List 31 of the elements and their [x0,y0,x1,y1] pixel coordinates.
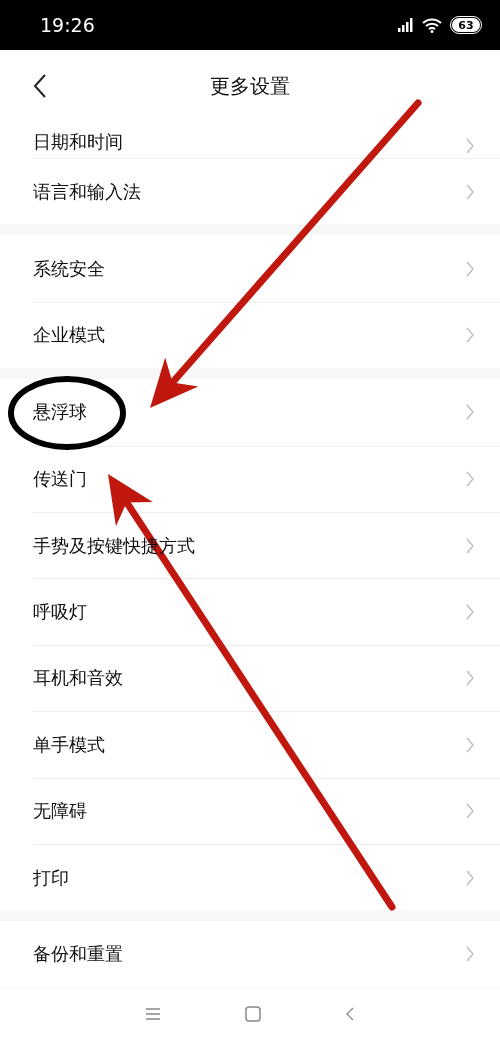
chevron-icon [466,736,474,753]
back-icon[interactable] [346,1007,354,1021]
settings-item[interactable]: 呼吸灯 [33,578,500,645]
chevron-icon [466,803,474,820]
menu-icon[interactable] [146,1008,160,1020]
battery-icon: 63 [450,16,482,34]
chevron-icon [466,138,474,154]
signal-icon [398,18,414,32]
page-title: 更多设置 [210,72,290,100]
settings-item[interactable]: 语言和输入法 [33,158,500,225]
settings-item[interactable]: 无障碍 [33,777,500,844]
wifi-icon [422,17,442,33]
chevron-icon [466,183,474,200]
settings-item[interactable]: 系统安全 [33,235,500,302]
chevron-icon [466,260,474,277]
chevron-icon [466,604,474,621]
settings-item[interactable]: 企业模式 [33,301,500,369]
chevron-icon [466,869,474,886]
settings-item[interactable]: 单手模式 [33,711,500,778]
chevron-icon [466,404,474,421]
home-icon[interactable] [245,1006,261,1022]
chevron-icon [466,946,474,963]
chevron-icon [466,670,474,687]
chevron-icon [466,471,474,488]
settings-item[interactable]: 耳机和音效 [33,644,500,712]
chevron-icon [466,537,474,554]
chevron-icon [466,327,474,344]
status-time: 19:26 [40,14,96,36]
settings-item[interactable]: 日期和时间 [33,122,500,158]
settings-item[interactable]: 悬浮球 [33,379,500,446]
settings-item[interactable]: 打印 [33,843,500,911]
